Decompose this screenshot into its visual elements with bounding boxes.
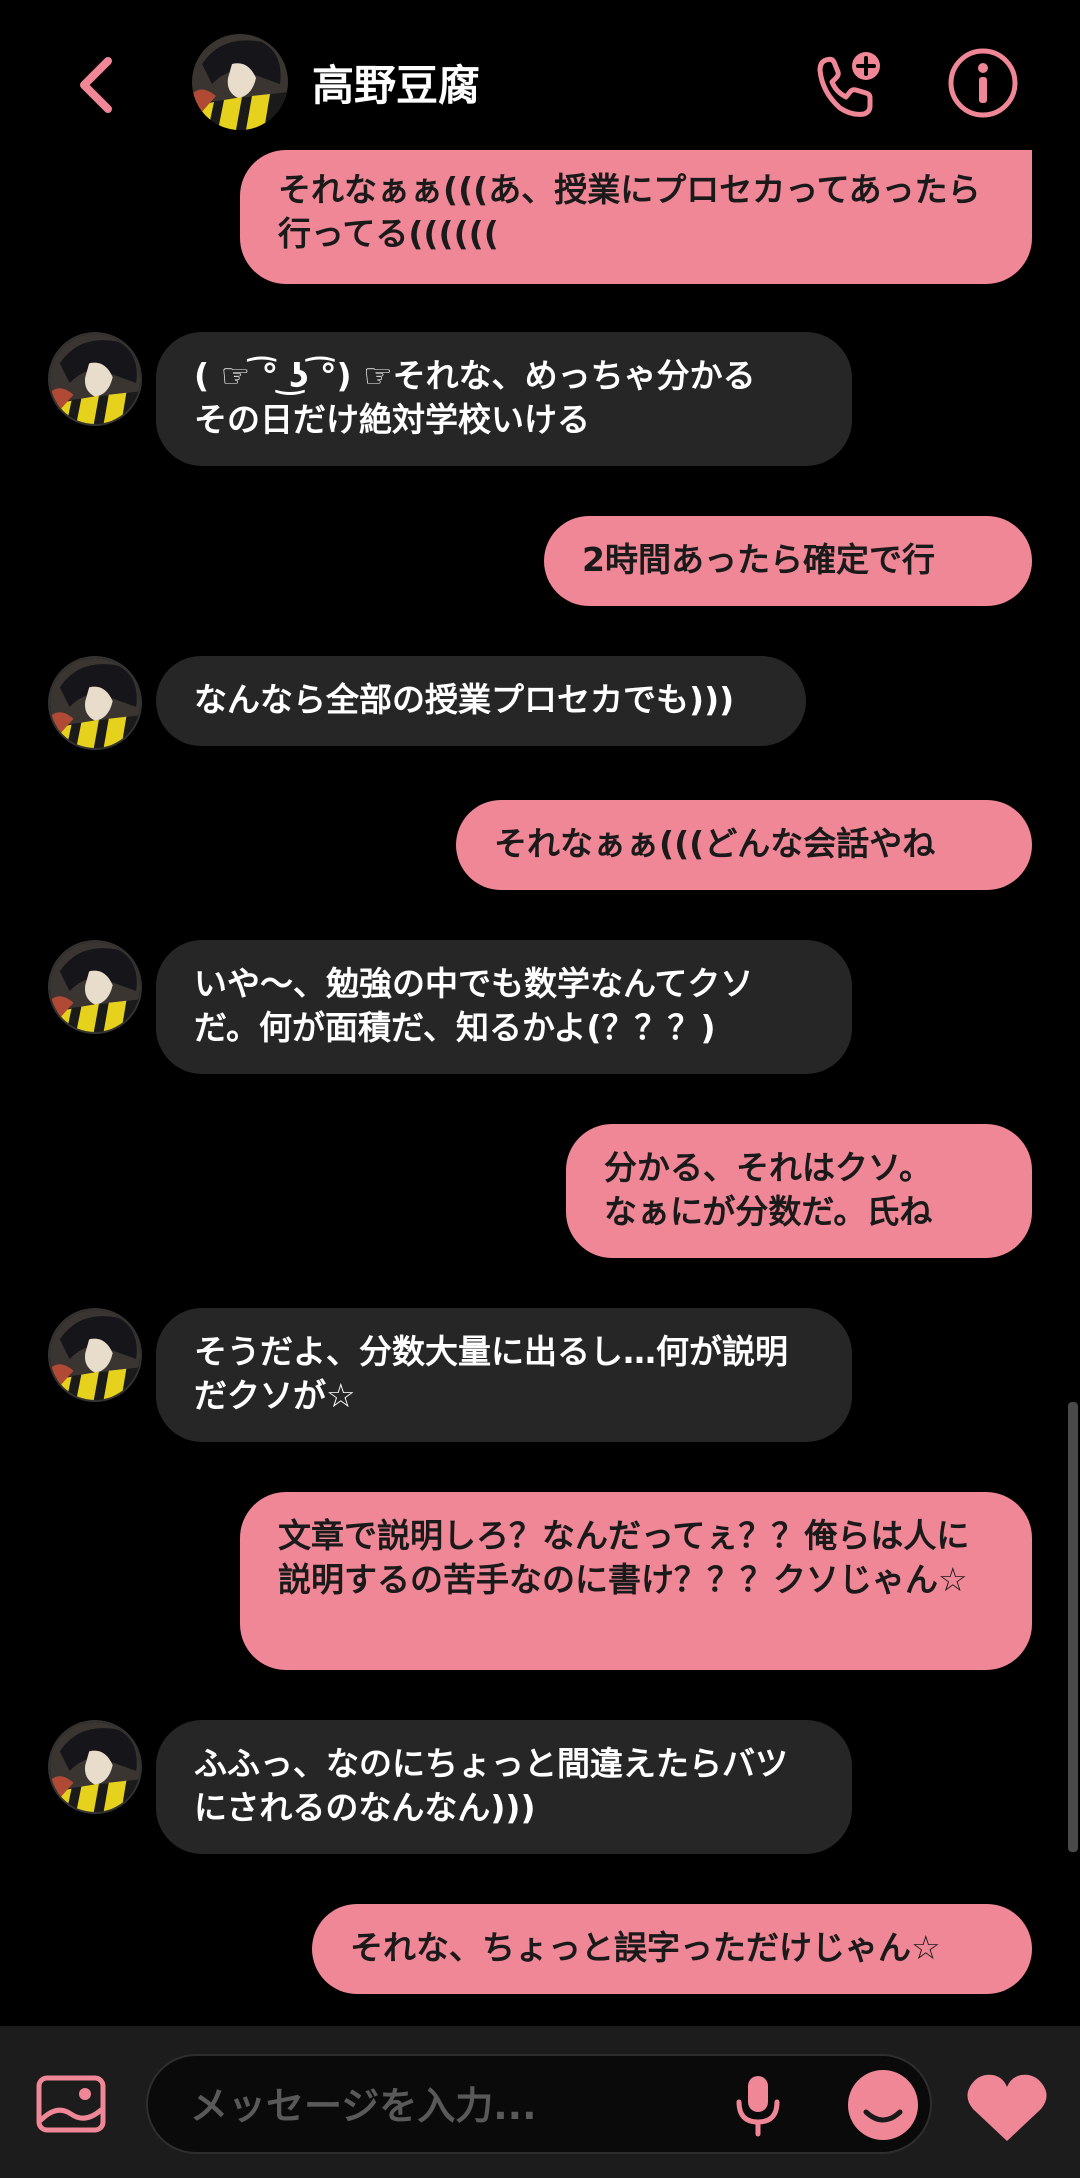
emoji-button[interactable]: [846, 2068, 920, 2142]
voice-button[interactable]: [728, 2070, 788, 2140]
avatar-image: [192, 34, 288, 130]
sender-avatar[interactable]: [48, 1308, 142, 1402]
sender-avatar[interactable]: [48, 1720, 142, 1814]
contact-name[interactable]: 高野豆腐: [312, 52, 480, 113]
incoming-message[interactable]: ふふっ、なのにちょっと間違えたらバツにされるのなんなん))): [156, 1720, 852, 1854]
avatar-image: [50, 334, 140, 424]
contact-avatar[interactable]: [192, 34, 288, 130]
add-call-button[interactable]: [808, 44, 888, 124]
image-icon: [36, 2075, 106, 2133]
info-icon: [948, 48, 1018, 118]
incoming-message[interactable]: そうだよ、分数大量に出るし…何が説明だクソが☆: [156, 1308, 852, 1442]
chevron-left-icon: [80, 57, 112, 113]
outgoing-message[interactable]: 2時間あったら確定で行: [544, 516, 1032, 606]
avatar-image: [50, 1310, 140, 1400]
message-input[interactable]: [188, 2078, 722, 2134]
phone-add-icon: [817, 52, 880, 117]
avatar-image: [50, 1722, 140, 1812]
heart-icon: [967, 2074, 1047, 2141]
outgoing-message[interactable]: それなぁぁ(((あ、授業にプロセカってあったら行ってる((((((: [240, 150, 1032, 284]
avatar-image: [50, 942, 140, 1032]
incoming-message[interactable]: いや〜、勉強の中でも数学なんてクソだ。何が面積だ、知るかよ(？？？): [156, 940, 852, 1074]
outgoing-message[interactable]: それなぁぁ(((どんな会話やね: [456, 800, 1032, 890]
sender-avatar[interactable]: [48, 332, 142, 426]
outgoing-message[interactable]: それな、ちょっと誤字っただけじゃん☆: [312, 1904, 1032, 1994]
composer-bar: [0, 2026, 1080, 2178]
avatar-image: [50, 658, 140, 748]
outgoing-message[interactable]: 文章で説明しろ？なんだってぇ？？俺らは人に説明するの苦手なのに書け？？？クソじゃ…: [240, 1492, 1032, 1670]
scrollbar-thumb[interactable]: [1068, 1402, 1078, 1852]
microphone-icon: [736, 2076, 780, 2137]
message-field[interactable]: [146, 2054, 932, 2154]
sender-avatar[interactable]: [48, 656, 142, 750]
back-button[interactable]: [66, 50, 126, 120]
info-button[interactable]: [946, 46, 1020, 120]
gallery-button[interactable]: [34, 2074, 108, 2134]
like-button[interactable]: [964, 2070, 1050, 2144]
incoming-message[interactable]: ( ☞ ͡° ͜ʖ ͡°) ☞それな、めっちゃ分かる その日だけ絶対学校いける: [156, 332, 852, 466]
smiley-icon: [848, 2070, 918, 2140]
outgoing-message[interactable]: 分かる、それはクソ。 なぁにが分数だ。氏ね: [566, 1124, 1032, 1258]
incoming-message[interactable]: なんなら全部の授業プロセカでも))): [156, 656, 806, 746]
chat-header: 高野豆腐: [0, 0, 1080, 165]
sender-avatar[interactable]: [48, 940, 142, 1034]
